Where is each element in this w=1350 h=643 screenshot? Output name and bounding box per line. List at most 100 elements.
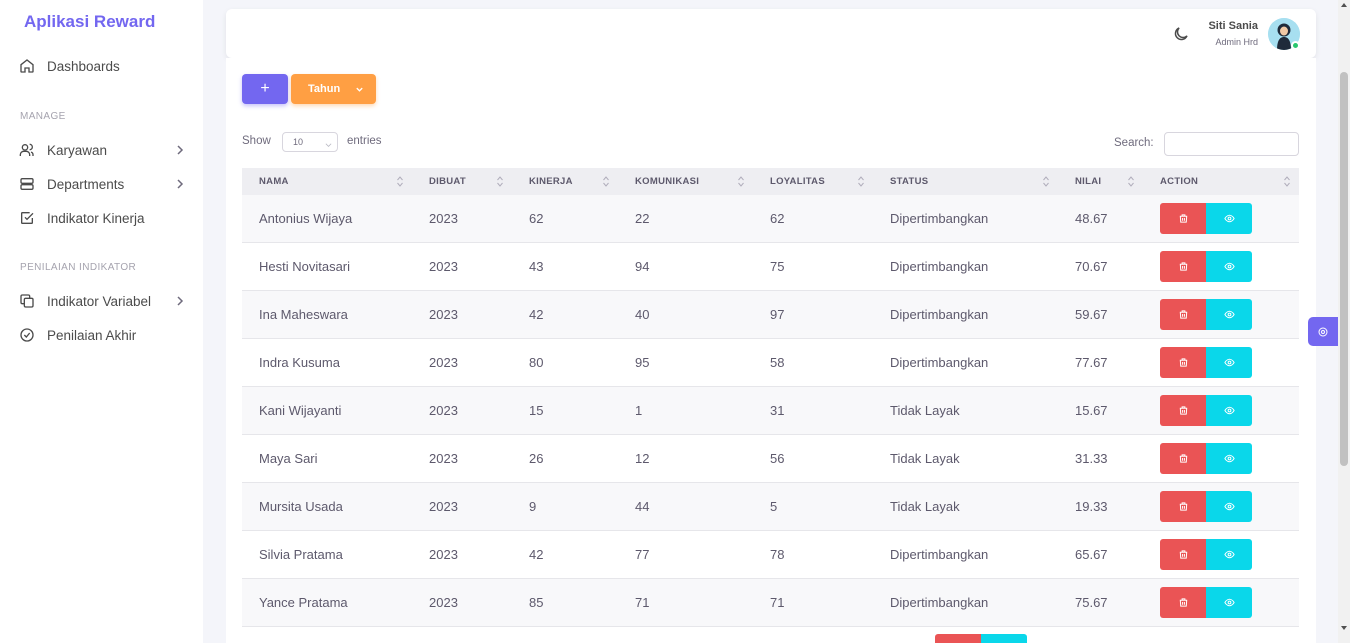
- table-cell: 71: [635, 595, 650, 610]
- delete-button[interactable]: [1160, 299, 1206, 330]
- entries-select[interactable]: 10: [282, 132, 338, 152]
- table-cell: 2023: [429, 595, 458, 610]
- page-scrollbar[interactable]: [1338, 0, 1350, 643]
- table-cell: 77: [635, 547, 650, 562]
- sort-icon: [497, 176, 503, 187]
- table-cell: 65.67: [1075, 547, 1108, 562]
- column-header[interactable]: STATUS: [873, 168, 1058, 195]
- view-button[interactable]: [1206, 347, 1252, 378]
- view-button[interactable]: [1206, 443, 1252, 474]
- sidebar-item-karyawan[interactable]: Karyawan: [18, 137, 190, 163]
- delete-button[interactable]: [1160, 251, 1206, 282]
- delete-button[interactable]: [1160, 395, 1206, 426]
- scroll-thumb[interactable]: [1340, 72, 1348, 466]
- view-button[interactable]: [1206, 251, 1252, 282]
- year-dropdown-button[interactable]: Tahun: [291, 74, 376, 104]
- table-cell: 42: [529, 307, 544, 322]
- table-cell: Dipertimbangkan: [890, 259, 989, 274]
- server-icon: [18, 175, 36, 193]
- table-row: Maya Sari 2023 26 12 56 Tidak Layak 31.33: [242, 435, 1299, 483]
- column-header[interactable]: NAMA: [242, 168, 412, 195]
- trash-icon: [1179, 406, 1187, 415]
- table-cell: Yance Pratama: [259, 595, 348, 610]
- view-button[interactable]: [1206, 203, 1252, 234]
- column-header-label: DIBUAT: [429, 176, 466, 187]
- trash-icon: [1179, 262, 1187, 271]
- row-actions: [1143, 299, 1299, 330]
- view-button[interactable]: [1206, 539, 1252, 570]
- table-cell: 9: [529, 499, 537, 514]
- eye-icon: [1223, 358, 1235, 367]
- view-button[interactable]: [1206, 395, 1252, 426]
- chevron-right-icon: [177, 179, 184, 189]
- column-header[interactable]: LOYALITAS: [753, 168, 873, 195]
- home-icon: [18, 57, 36, 75]
- view-button[interactable]: [1206, 491, 1252, 522]
- menu-header-manage: MANAGE: [20, 111, 66, 122]
- sidebar-item-departments[interactable]: Departments: [18, 171, 190, 197]
- view-button-partial[interactable]: [981, 634, 1027, 643]
- table-cell: 2023: [429, 307, 458, 322]
- chevron-right-icon: [177, 296, 184, 306]
- sidebar-item-penilaian-akhir[interactable]: Penilaian Akhir: [18, 322, 190, 348]
- trash-icon: [1179, 310, 1187, 319]
- table-cell: 2023: [429, 355, 458, 370]
- table-cell: 12: [635, 451, 650, 466]
- table-cell: Dipertimbangkan: [890, 307, 989, 322]
- table-cell: 75.67: [1075, 595, 1108, 610]
- eye-icon: [1223, 550, 1235, 559]
- column-header[interactable]: KINERJA: [512, 168, 618, 195]
- trash-icon: [1179, 358, 1187, 367]
- table-cell: 97: [770, 307, 785, 322]
- scroll-up-arrow-icon[interactable]: [1340, 2, 1348, 8]
- table-cell: Silvia Pratama: [259, 547, 343, 562]
- table-cell: 62: [529, 211, 544, 226]
- user-role: Admin Hrd: [1215, 37, 1258, 47]
- delete-button[interactable]: [1160, 491, 1206, 522]
- table-cell: 75: [770, 259, 785, 274]
- column-header[interactable]: NILAI: [1058, 168, 1143, 195]
- column-header[interactable]: ACTION: [1143, 168, 1299, 195]
- view-button[interactable]: [1206, 299, 1252, 330]
- delete-button[interactable]: [1160, 203, 1206, 234]
- table-cell: Mursita Usada: [259, 499, 343, 514]
- column-header[interactable]: KOMUNIKASI: [618, 168, 753, 195]
- delete-button[interactable]: [1160, 587, 1206, 618]
- table-cell: Antonius Wijaya: [259, 211, 353, 226]
- view-button[interactable]: [1206, 587, 1252, 618]
- delete-button[interactable]: [1160, 347, 1206, 378]
- show-label: Show: [242, 135, 271, 147]
- table-body: Antonius Wijaya 2023 62 22 62 Dipertimbangkan…: [242, 195, 1299, 627]
- table-cell: 85: [529, 595, 544, 610]
- table-row: Antonius Wijaya 2023 62 22 62 Dipertimbangkan…: [242, 195, 1299, 243]
- table-cell: 15.67: [1075, 403, 1108, 418]
- scroll-down-arrow-icon[interactable]: [1340, 625, 1348, 631]
- table-cell: Dipertimbangkan: [890, 547, 989, 562]
- table-cell: 15: [529, 403, 544, 418]
- moon-icon[interactable]: [1172, 25, 1190, 43]
- column-header[interactable]: DIBUAT: [412, 168, 512, 195]
- sort-icon: [738, 176, 744, 187]
- table-row: Ina Maheswara 2023 42 40 97 Dipertimbangkan 59…: [242, 291, 1299, 339]
- copy-icon: [18, 292, 36, 310]
- table-cell: 70.67: [1075, 259, 1108, 274]
- table-row: Yance Pratama 2023 85 71 71 Dipertimbangkan 75…: [242, 579, 1299, 627]
- sort-icon: [1128, 176, 1134, 187]
- table-cell: Dipertimbangkan: [890, 595, 989, 610]
- delete-button-partial[interactable]: [935, 634, 981, 643]
- delete-button[interactable]: [1160, 539, 1206, 570]
- table-cell: Indra Kusuma: [259, 355, 340, 370]
- table-cell: 95: [635, 355, 650, 370]
- sidebar-item-dashboards[interactable]: Dashboards: [18, 53, 190, 79]
- trash-icon: [1179, 502, 1187, 511]
- sidebar-item-indikator-kinerja[interactable]: Indikator Kinerja: [18, 205, 190, 231]
- search-input[interactable]: [1164, 132, 1299, 156]
- sidebar-item-indikator-variabel[interactable]: Indikator Variabel: [18, 288, 190, 314]
- customizer-toggle[interactable]: [1308, 317, 1338, 346]
- delete-button[interactable]: [1160, 443, 1206, 474]
- sidebar: Aplikasi Reward Dashboards MANAGE Karyaw…: [0, 0, 203, 643]
- eye-icon: [1223, 310, 1235, 319]
- add-button[interactable]: +: [242, 74, 288, 104]
- circle-check-icon: [18, 326, 36, 344]
- app-title[interactable]: Aplikasi Reward: [24, 12, 155, 32]
